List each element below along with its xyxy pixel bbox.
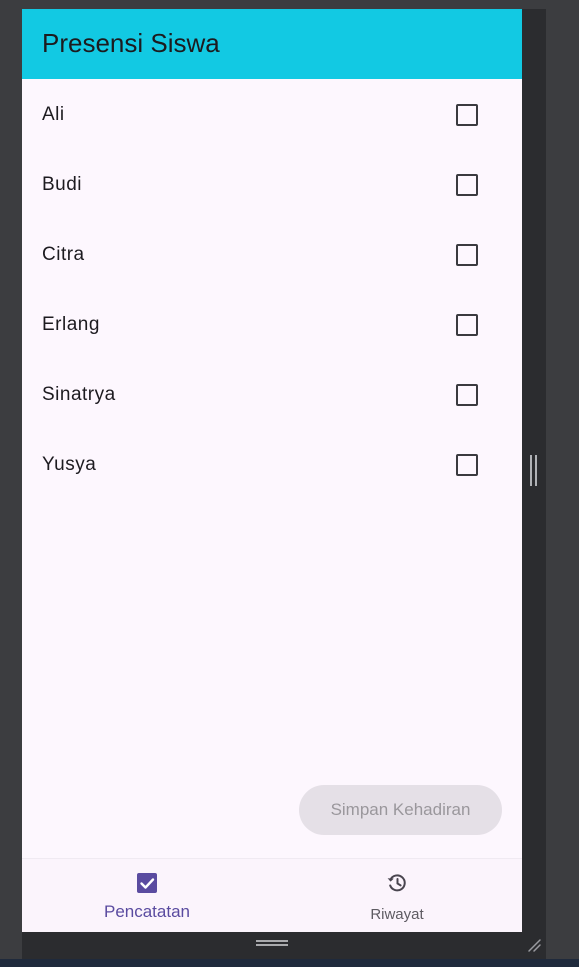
attendance-checkbox[interactable]	[456, 174, 478, 196]
attendance-checkbox[interactable]	[456, 244, 478, 266]
app-screen: Presensi Siswa Ali Budi Citra Erlang Sin…	[22, 9, 522, 932]
check-box-icon	[137, 873, 157, 893]
student-name: Erlang	[42, 314, 100, 335]
student-name: Ali	[42, 104, 65, 125]
student-name: Citra	[42, 244, 85, 265]
nav-label: Riwayat	[370, 906, 424, 923]
resize-corner-icon[interactable]	[526, 937, 542, 953]
attendance-checkbox[interactable]	[456, 384, 478, 406]
home-indicator[interactable]	[256, 940, 288, 946]
student-row[interactable]: Budi	[22, 149, 522, 219]
student-name: Budi	[42, 174, 83, 195]
resize-handle[interactable]	[530, 455, 532, 486]
student-name: Sinatrya	[42, 384, 116, 405]
resize-handle-line	[535, 455, 537, 486]
student-row[interactable]: Sinatrya	[22, 359, 522, 429]
student-row[interactable]: Citra	[22, 219, 522, 289]
taskbar-strip	[0, 959, 579, 967]
student-row[interactable]: Yusya	[22, 429, 522, 499]
bottom-navigation: Pencatatan Riwayat	[22, 858, 522, 932]
page-title: Presensi Siswa	[42, 28, 220, 58]
nav-item-riwayat[interactable]: Riwayat	[272, 859, 522, 932]
history-icon	[387, 874, 406, 892]
student-name: Yusya	[42, 454, 97, 475]
nav-label: Pencatatan	[103, 902, 190, 921]
attendance-checkbox[interactable]	[456, 104, 478, 126]
student-row[interactable]: Ali	[22, 79, 522, 149]
student-row[interactable]: Erlang	[22, 289, 522, 359]
attendance-checkbox[interactable]	[456, 314, 478, 336]
nav-item-pencatatan[interactable]: Pencatatan	[22, 859, 272, 932]
save-attendance-button[interactable]: Simpan Kehadiran	[299, 785, 502, 835]
attendance-checkbox[interactable]	[456, 454, 478, 476]
app-bar: Presensi Siswa	[22, 9, 522, 79]
